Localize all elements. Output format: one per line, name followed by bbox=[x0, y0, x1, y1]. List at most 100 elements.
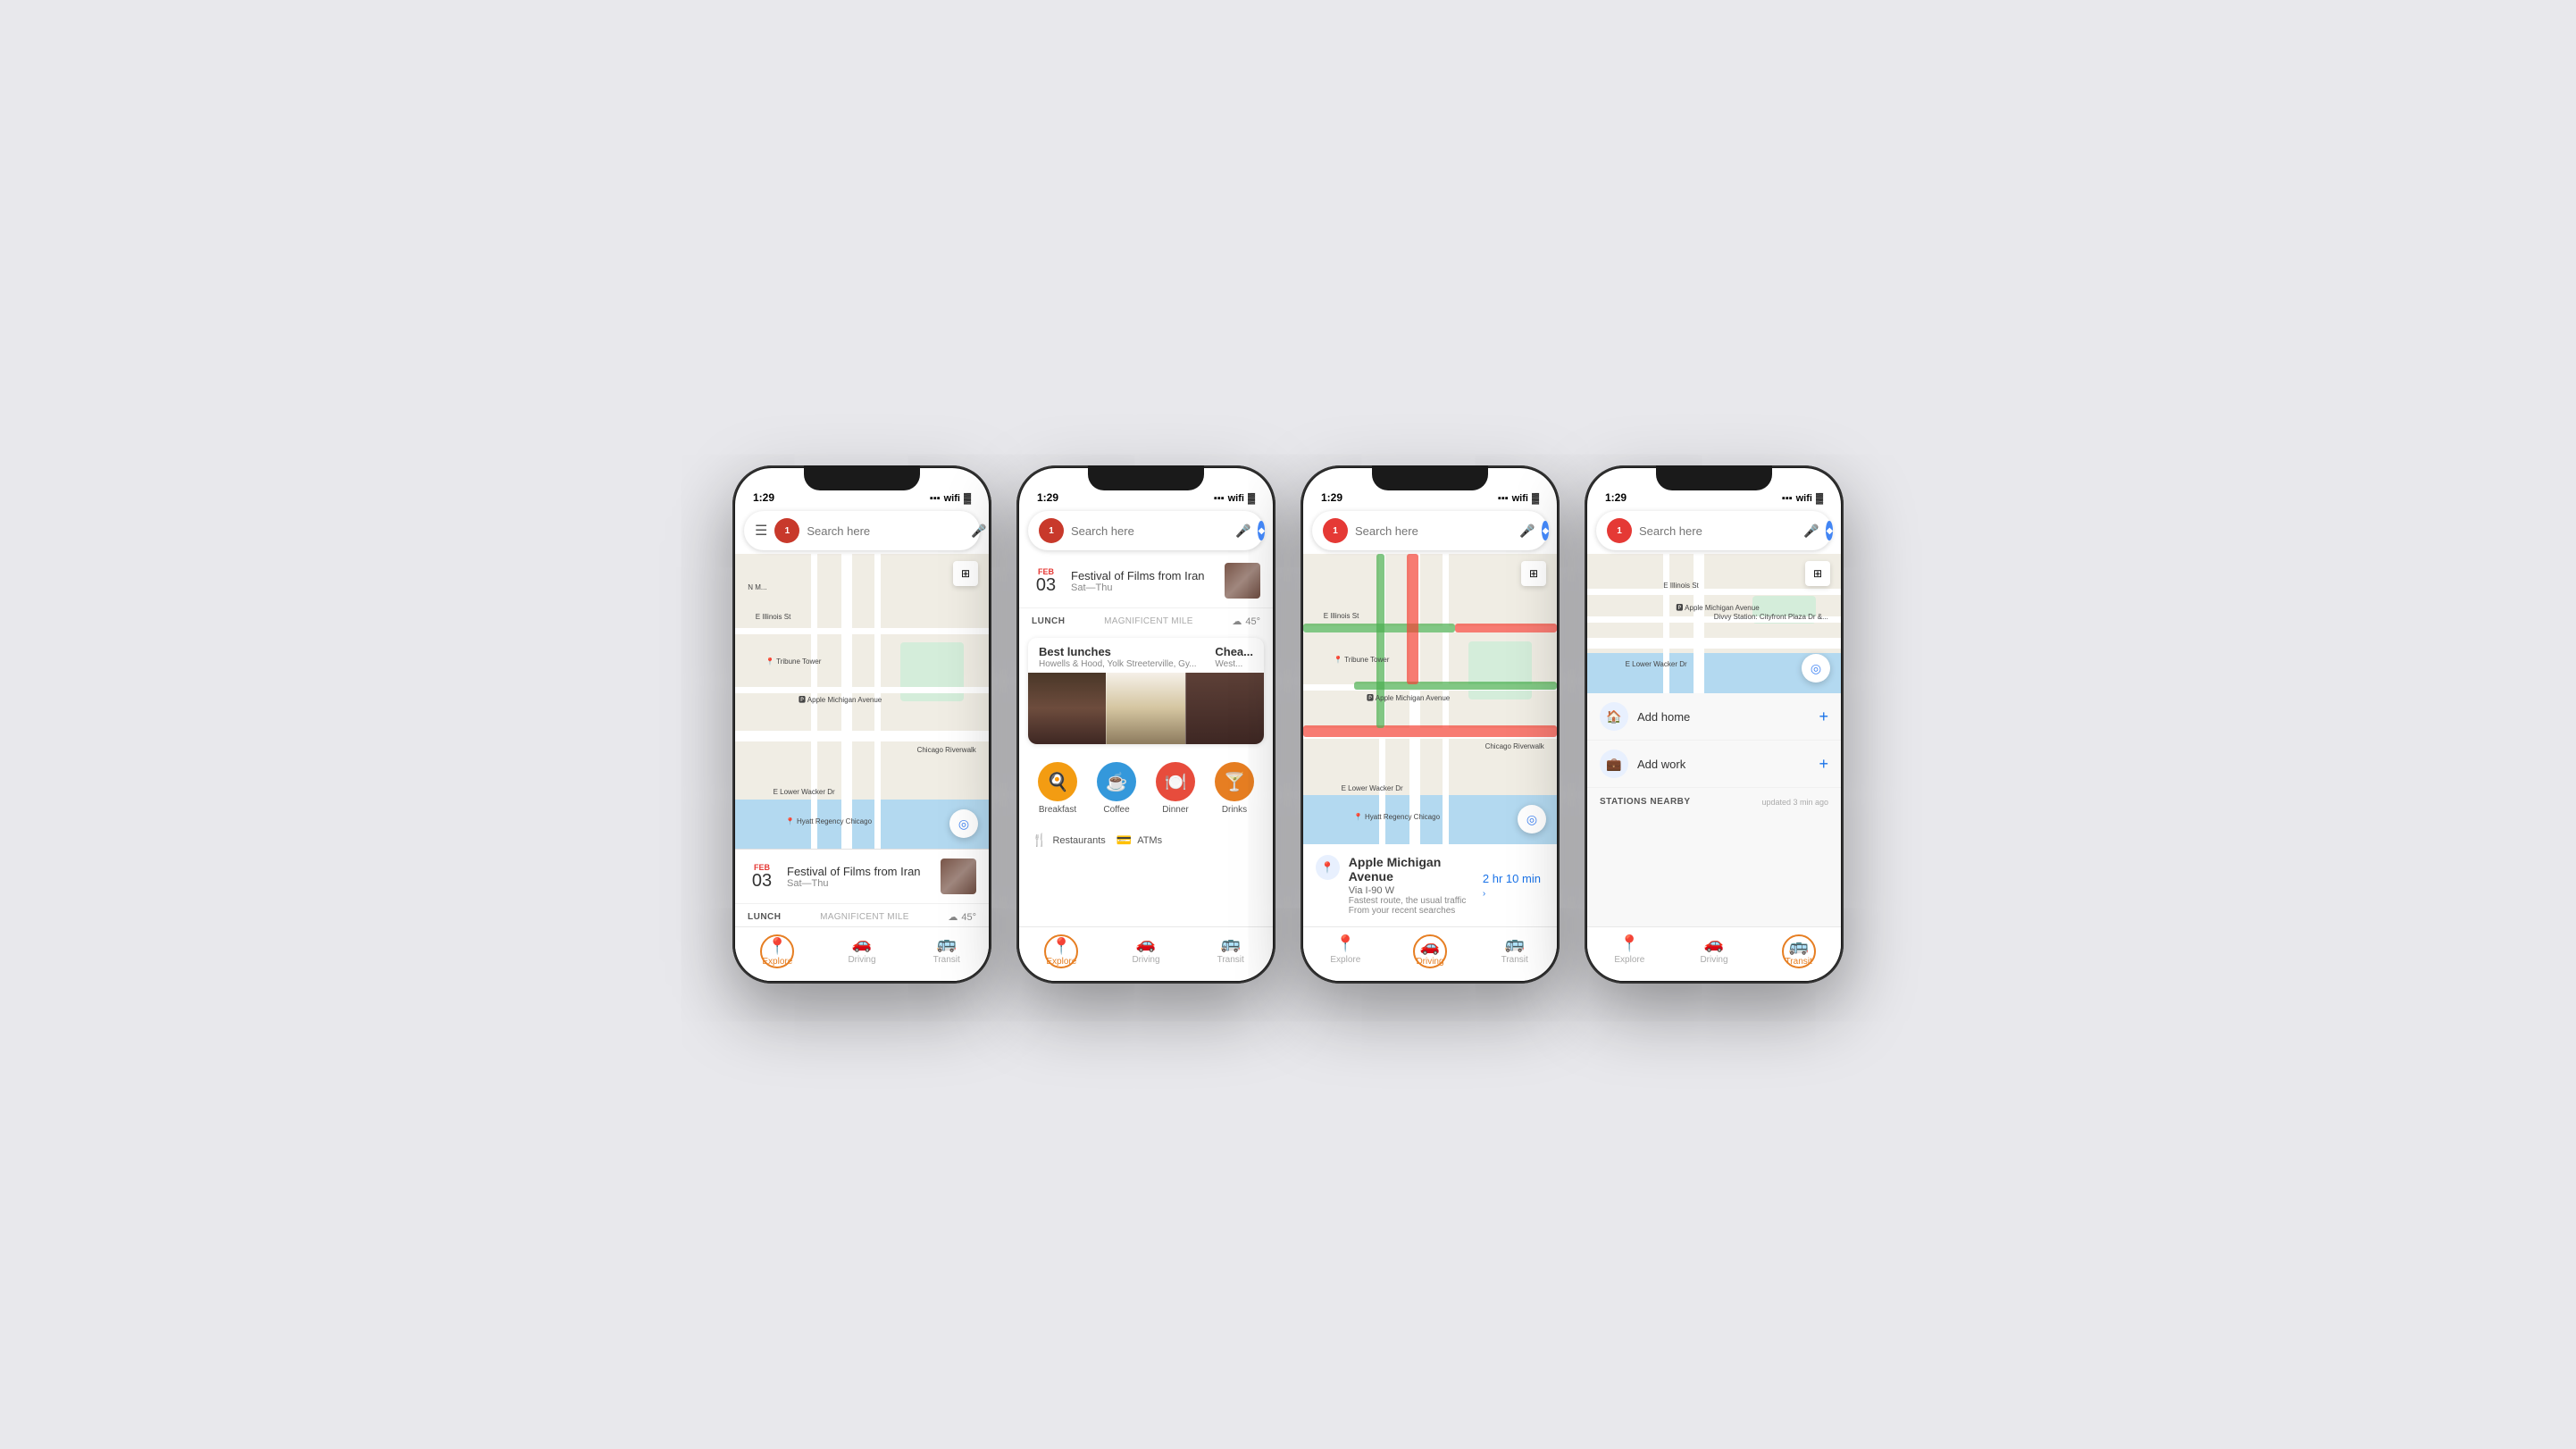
battery-icon-2: ▓ bbox=[1248, 493, 1255, 504]
event-date-2: FEB 03 bbox=[1032, 567, 1060, 594]
weather-icon-1: ☁ bbox=[948, 911, 958, 923]
signal-icon-2: ▪▪▪ bbox=[1214, 493, 1225, 504]
road-h3 bbox=[735, 731, 989, 741]
nav-transit-1[interactable]: 🚌 Transit bbox=[904, 934, 989, 968]
quick-link-atms[interactable]: 💳 ATMs bbox=[1117, 833, 1162, 848]
layers-button-1[interactable]: ⊞ bbox=[953, 561, 978, 586]
mic-icon-1[interactable]: 🎤 bbox=[971, 523, 986, 539]
search-input-4[interactable] bbox=[1639, 524, 1796, 538]
nav-driving-2[interactable]: 🚗 Driving bbox=[1104, 934, 1189, 968]
nav-explore-2[interactable]: 📍 Explore bbox=[1019, 934, 1104, 968]
search-bar-3[interactable]: 1 🎤 ◆ bbox=[1312, 511, 1548, 550]
road-h2 bbox=[735, 687, 989, 693]
transit-label-2: Transit bbox=[1217, 955, 1244, 965]
location-button-1[interactable]: ◎ bbox=[949, 809, 978, 838]
food-cat-breakfast[interactable]: 🍳 Breakfast bbox=[1038, 762, 1077, 815]
status-time-2: 1:29 bbox=[1037, 491, 1058, 504]
add-work-plus[interactable]: + bbox=[1819, 755, 1828, 774]
stations-updated-4: updated 3 min ago bbox=[1761, 798, 1828, 807]
event-date-1: FEB 03 bbox=[748, 863, 776, 890]
best-lunches-card[interactable]: Best lunches Howells & Hood, Yolk Street… bbox=[1028, 638, 1264, 744]
saved-place-home[interactable]: 🏠 Add home + bbox=[1587, 693, 1841, 741]
layers-button-3[interactable]: ⊞ bbox=[1521, 561, 1546, 586]
bottom-nav-1: 📍 Explore 🚗 Driving 🚌 Transit bbox=[735, 926, 989, 981]
signal-icon-4: ▪▪▪ bbox=[1782, 493, 1793, 504]
saved-place-work[interactable]: 💼 Add work + bbox=[1587, 741, 1841, 788]
work-icon: 💼 bbox=[1606, 757, 1621, 772]
notification-badge-3: 1 bbox=[1323, 518, 1348, 543]
route-time-value-3: 2 hr 10 min bbox=[1483, 872, 1541, 885]
food-cat-drinks[interactable]: 🍸 Drinks bbox=[1215, 762, 1254, 815]
search-bar-4[interactable]: 1 🎤 ◆ bbox=[1596, 511, 1832, 550]
search-bar-2[interactable]: 1 🎤 ◆ bbox=[1028, 511, 1264, 550]
lunch-label-2: LUNCH bbox=[1032, 616, 1066, 626]
wifi-icon-4: wifi bbox=[1796, 493, 1812, 504]
search-input-2[interactable] bbox=[1071, 524, 1228, 538]
event-day-1: 03 bbox=[752, 872, 772, 890]
nav-transit-3[interactable]: 🚌 Transit bbox=[1472, 934, 1557, 968]
dinner-icon: 🍽️ bbox=[1156, 762, 1195, 801]
lunch-weather-2: ☁ 45° bbox=[1232, 616, 1260, 627]
map-label3-hyatt: 📍 Hyatt Regency Chicago bbox=[1354, 813, 1440, 821]
nav-driving-3[interactable]: 🚗 Driving bbox=[1388, 934, 1473, 968]
transit-icon-4: 🚌 bbox=[1788, 937, 1808, 956]
map-label3-illinois: E Illinois St bbox=[1324, 612, 1359, 620]
nav-explore-3[interactable]: 📍 Explore bbox=[1303, 934, 1388, 968]
temp-1: 45° bbox=[961, 912, 976, 923]
west-subtitle: West... bbox=[1215, 659, 1253, 669]
driving-icon-2: 🚗 bbox=[1136, 934, 1156, 953]
location-button-3[interactable]: ◎ bbox=[1518, 805, 1546, 833]
atms-label: ATMs bbox=[1137, 835, 1162, 846]
transit-icon-3: 🚌 bbox=[1504, 934, 1524, 953]
menu-icon-1[interactable]: ☰ bbox=[755, 522, 767, 540]
bottom-nav-4: 📍 Explore 🚗 Driving 🚌 Transit bbox=[1587, 926, 1841, 981]
quick-link-restaurants[interactable]: 🍴 Restaurants bbox=[1032, 833, 1106, 848]
food-img-bar bbox=[1028, 673, 1106, 744]
road-h1 bbox=[735, 628, 989, 634]
layers-button-4[interactable]: ⊞ bbox=[1805, 561, 1830, 586]
mic-icon-4[interactable]: 🎤 bbox=[1803, 523, 1819, 539]
nav-transit-2[interactable]: 🚌 Transit bbox=[1188, 934, 1273, 968]
map-label4-divvy: Divvy Station: Cityfront Plaza Dr &... bbox=[1714, 613, 1828, 621]
explore-icon-2: 📍 bbox=[1051, 937, 1071, 956]
explore-label-3: Explore bbox=[1330, 955, 1360, 965]
nav-explore-4[interactable]: 📍 Explore bbox=[1587, 934, 1672, 968]
map-bg-1: E Illinois St N M... 📍 Tribune Tower 🅿 A… bbox=[735, 554, 989, 849]
map-label3-riverwalk: Chicago Riverwalk bbox=[1485, 742, 1544, 750]
food-cat-coffee[interactable]: ☕ Coffee bbox=[1097, 762, 1136, 815]
wifi-icon-3: wifi bbox=[1512, 493, 1528, 504]
explore-label-4: Explore bbox=[1614, 955, 1644, 965]
add-home-plus[interactable]: + bbox=[1819, 708, 1828, 726]
nav-icon-3[interactable]: ◆ bbox=[1542, 521, 1549, 540]
nav-icon-4[interactable]: ◆ bbox=[1826, 521, 1833, 540]
nav-driving-1[interactable]: 🚗 Driving bbox=[820, 934, 905, 968]
nav-explore-1[interactable]: 📍 Explore bbox=[735, 934, 820, 968]
food-img-rustic bbox=[1185, 673, 1264, 744]
driving-label-4: Driving bbox=[1700, 955, 1727, 965]
status-time-4: 1:29 bbox=[1605, 491, 1627, 504]
mic-icon-3[interactable]: 🎤 bbox=[1519, 523, 1535, 539]
breakfast-icon: 🍳 bbox=[1038, 762, 1077, 801]
search-input-3[interactable] bbox=[1355, 524, 1512, 538]
food-categories-2: 🍳 Breakfast ☕ Coffee 🍽️ Dinner 🍸 Drinks bbox=[1019, 751, 1273, 825]
directions-icon-3: ◆ bbox=[1542, 526, 1549, 536]
traffic-red-main bbox=[1303, 725, 1557, 737]
mic-icon-2[interactable]: 🎤 bbox=[1235, 523, 1250, 539]
nav-transit-4[interactable]: 🚌 Transit bbox=[1756, 934, 1841, 968]
road4-h3 bbox=[1587, 638, 1841, 649]
nav-icon-2[interactable]: ◆ bbox=[1258, 521, 1265, 540]
route-pin-icon-3: 📍 bbox=[1316, 855, 1340, 880]
route-details-3: Apple Michigan Avenue Via I-90 W Fastest… bbox=[1349, 855, 1483, 916]
search-input-1[interactable] bbox=[807, 524, 964, 538]
event-info-1: Festival of Films from Iran Sat—Thu bbox=[787, 865, 941, 889]
food-cat-dinner[interactable]: 🍽️ Dinner bbox=[1156, 762, 1195, 815]
map-area-4: E Illinois St 🅿 Apple Michigan Avenue Di… bbox=[1587, 554, 1841, 693]
search-bar-1[interactable]: ☰ 1 🎤 ◆ bbox=[744, 511, 980, 550]
map-label-wacker: E Lower Wacker Dr bbox=[774, 788, 835, 796]
event-subtitle-2: Sat—Thu bbox=[1071, 582, 1225, 593]
nav-driving-4[interactable]: 🚗 Driving bbox=[1672, 934, 1757, 968]
map-label-riverwalk: Chicago Riverwalk bbox=[917, 746, 976, 754]
bottom-nav-2: 📍 Explore 🚗 Driving 🚌 Transit bbox=[1019, 926, 1273, 981]
chea-title: Chea... bbox=[1215, 645, 1253, 658]
coffee-label: Coffee bbox=[1103, 805, 1129, 815]
